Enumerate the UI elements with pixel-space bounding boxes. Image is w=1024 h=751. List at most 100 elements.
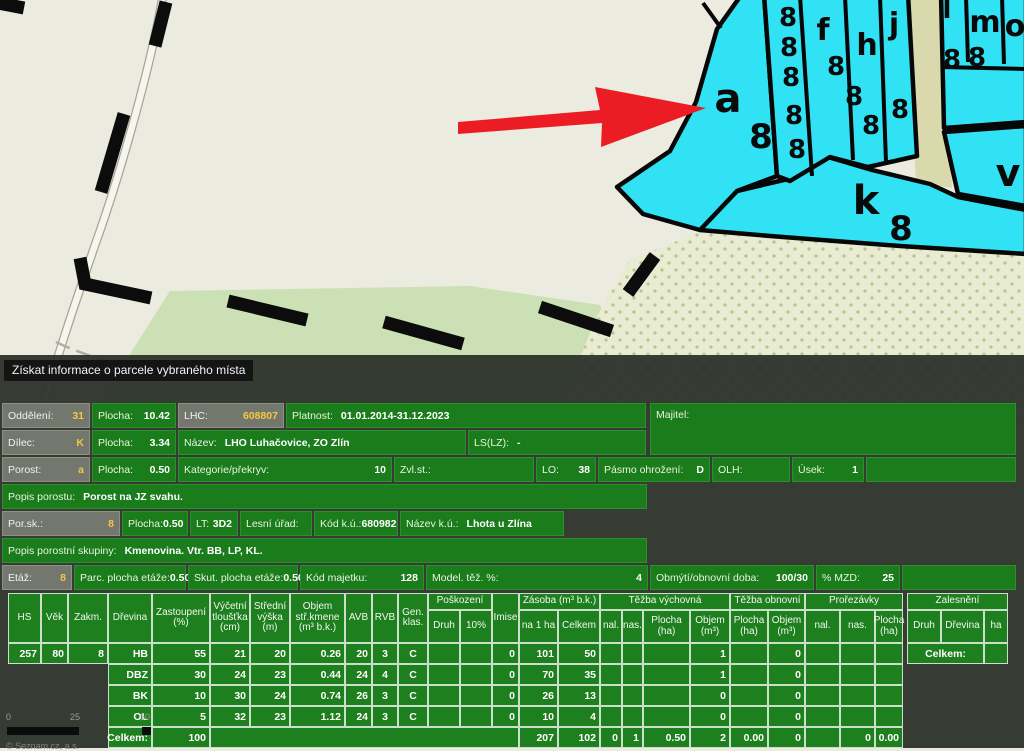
field-plocha-oddeleni: Plocha:10.42 (92, 403, 176, 428)
table-cell: 0.00 (875, 727, 903, 748)
svg-text:8: 8 (943, 45, 961, 75)
parcel-label-v: v (996, 151, 1021, 195)
table-cell: 26 (345, 685, 372, 706)
table-cell: 55 (152, 643, 210, 664)
field-mzd: % MZD:25 (816, 565, 900, 590)
table-header: ha (984, 610, 1008, 643)
field-plocha-dilec: Plocha:3.34 (92, 430, 176, 455)
table-cell: 0 (768, 643, 805, 664)
table-cell: 20 (250, 643, 290, 664)
table-cell: 1 (690, 664, 730, 685)
table-cell: 0 (492, 706, 519, 727)
table-cell (622, 685, 643, 706)
table-header: Plocha (ha) (643, 610, 690, 643)
field-porost: Porost:a (2, 457, 90, 482)
parcel-label-h: h (856, 28, 877, 63)
table-cell (460, 664, 492, 685)
table-cell: 24 (210, 664, 250, 685)
scale-tick-0: 0 (6, 712, 11, 722)
table-cell (840, 643, 875, 664)
table-header: Imise (492, 593, 519, 643)
table-header: Věk (41, 593, 68, 643)
table-header: nal. (600, 610, 622, 643)
field-popis-porostu: Popis porostu:Porost na JZ svahu. (2, 484, 647, 509)
table-cell: 20 (345, 643, 372, 664)
table-cell: 102 (558, 727, 600, 748)
app-window: { "map": { "tooltip": "Získat informace … (0, 0, 1024, 748)
field-olh: OLH: (712, 457, 790, 482)
svg-text:8: 8 (749, 117, 773, 157)
table-cell: 21 (210, 643, 250, 664)
table-header: nal. (805, 610, 840, 643)
parcel-label-l: l (943, 0, 952, 25)
table-cell: DBZ (108, 664, 152, 685)
field-usek: Úsek:1 (792, 457, 864, 482)
table-cell: 3 (372, 706, 398, 727)
table-header: Druh (428, 610, 460, 643)
table-cell: 8 (68, 643, 108, 664)
parcel-label-m: m (969, 5, 1000, 40)
svg-text:8: 8 (891, 95, 909, 125)
table-header: nas. (840, 610, 875, 643)
table-cell: 23 (250, 664, 290, 685)
field-model-tez: Model. těž. %:4 (426, 565, 648, 590)
table-cell (875, 664, 903, 685)
table-header: Dřevina (941, 610, 984, 643)
table-cell (643, 685, 690, 706)
table-header: Těžba výchovná (600, 593, 730, 610)
svg-text:8: 8 (779, 3, 797, 33)
field-porsk: Por.sk.:8 (2, 511, 120, 536)
table-cell (460, 643, 492, 664)
table-cell: 0 (600, 727, 622, 748)
table-header: Zásoba (m³ b.k.) (519, 593, 600, 610)
table-cell (730, 643, 768, 664)
table-cell (428, 685, 460, 706)
table-cell: 0 (690, 706, 730, 727)
table-cell (840, 685, 875, 706)
field-lhc: LHC:608807 (178, 403, 284, 428)
table-cell: 0 (768, 685, 805, 706)
stand-table: HS Věk Zakm. Dřevina Zastoupení (%) Výče… (8, 593, 1008, 748)
table-cell (805, 643, 840, 664)
table-cell: 0.00 (730, 727, 768, 748)
field-plocha-porost: Plocha:0.50 (92, 457, 176, 482)
table-cell (622, 643, 643, 664)
field-lt: LT:3D2 (190, 511, 238, 536)
cursor-tooltip: Získat informace o parcele vybraného mís… (4, 360, 253, 381)
table-header: Plocha (ha) (730, 610, 768, 643)
table-cell (875, 706, 903, 727)
table-cell: HB (108, 643, 152, 664)
field-popis-skupiny: Popis porostní skupiny:Kmenovina. Vtr. B… (2, 538, 647, 563)
parcel-label-a: a (715, 76, 742, 122)
table-cell (428, 643, 460, 664)
field-nazev: Název:LHO Luhačovice, ZO Zlín (178, 430, 466, 455)
field-pasmo: Pásmo ohrožení:D (598, 457, 710, 482)
table-cell (805, 727, 840, 748)
table-cell: 0.44 (290, 664, 345, 685)
table-header: Plocha (ha) (875, 610, 903, 643)
table-cell (805, 664, 840, 685)
field-kod-majetku: Kód majetku:128 (300, 565, 424, 590)
table-cell (840, 664, 875, 685)
table-cell (984, 643, 1008, 664)
svg-text:8: 8 (889, 209, 913, 249)
table-cell: 3 (372, 685, 398, 706)
svg-text:8: 8 (862, 111, 880, 141)
field-nazev-ku: Název k.ú.:Lhota u Zlína (400, 511, 564, 536)
field-spacer (902, 565, 1016, 590)
table-cell: 0 (768, 706, 805, 727)
table-cell: 5 (152, 706, 210, 727)
table-cell: 101 (519, 643, 558, 664)
field-dilec: Dílec:K (2, 430, 90, 455)
table-cell (643, 664, 690, 685)
parcel-label-k: k (853, 178, 881, 224)
table-cell: 4 (558, 706, 600, 727)
table-cell: 0 (492, 664, 519, 685)
field-lslz: LS(LZ):- (468, 430, 646, 455)
map-attribution: © Seznam.cz, a.s. (6, 741, 79, 751)
table-cell (428, 664, 460, 685)
table-cell: C (398, 706, 428, 727)
table-header: Střední výška (m) (250, 593, 290, 643)
table-header: Zastoupení (%) (152, 593, 210, 643)
svg-text:8: 8 (827, 52, 845, 82)
